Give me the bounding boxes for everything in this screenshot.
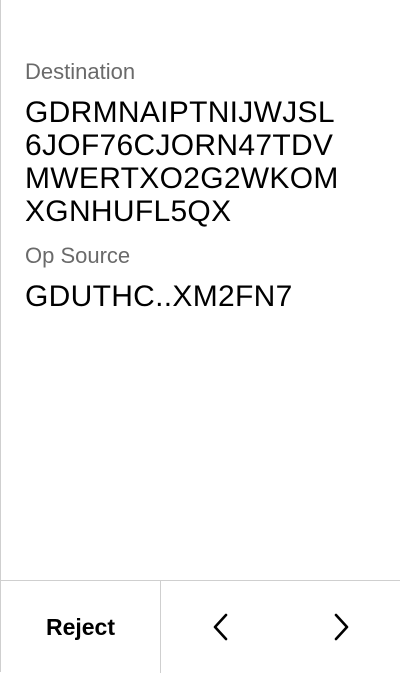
next-button[interactable] <box>281 581 400 673</box>
destination-line-1: GDRMNAIPTNIJWJSL <box>25 96 335 129</box>
op-source-line-1: GDUTHC..XM2FN7 <box>25 280 293 313</box>
op-source-field: Op Source GDUTHC..XM2FN7 <box>25 242 385 313</box>
content-area: Destination GDRMNAIPTNIJWJSL 6JOF76CJORN… <box>25 58 385 313</box>
op-source-value: GDUTHC..XM2FN7 <box>25 280 385 313</box>
destination-line-2: 6JOF76CJORN47TDV <box>25 129 334 162</box>
chevron-right-icon <box>334 613 349 641</box>
destination-line-3: MWERTXO2G2WKOM <box>25 162 339 195</box>
previous-button[interactable] <box>161 581 281 673</box>
destination-line-4: XGNHUFL5QX <box>25 195 232 228</box>
destination-label: Destination <box>25 59 136 84</box>
op-source-label: Op Source <box>25 243 131 268</box>
destination-field: Destination GDRMNAIPTNIJWJSL 6JOF76CJORN… <box>25 58 385 228</box>
destination-value: GDRMNAIPTNIJWJSL 6JOF76CJORN47TDV MWERTX… <box>25 96 385 228</box>
action-footer: Reject <box>1 580 400 673</box>
chevron-left-icon <box>213 613 228 641</box>
review-screen: Destination GDRMNAIPTNIJWJSL 6JOF76CJORN… <box>0 0 400 673</box>
reject-button[interactable]: Reject <box>1 581 161 673</box>
